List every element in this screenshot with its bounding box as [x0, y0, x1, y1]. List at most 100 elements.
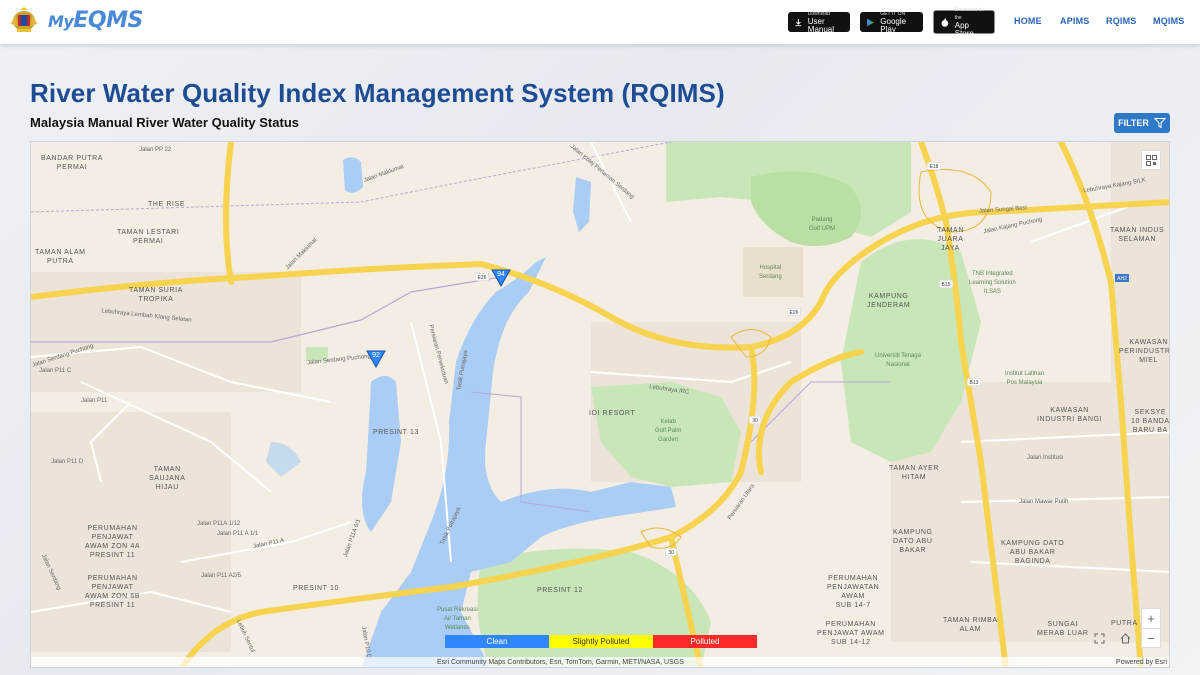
svg-text:B13: B13 — [970, 380, 979, 386]
landmark-label: Universiti Tenaga Nasional — [875, 353, 921, 368]
highway-shield-icon: E26 — [787, 308, 801, 316]
place-label: KAMPUNG JENDERAM — [867, 293, 911, 309]
place-label: KAWASAN INDUSTRI BANGI — [1037, 407, 1103, 423]
road-label: Jalan P11 D — [51, 459, 84, 465]
map-credits: Esri Community Maps Contributors, Esri, … — [437, 659, 684, 666]
highway-shield-icon: E26 — [475, 273, 489, 281]
place-label: PRESINT 10 — [293, 585, 339, 592]
fullscreen-icon — [1094, 633, 1104, 643]
highway-shield-icon: 30 — [665, 548, 677, 556]
road-label: Jalan P11 A2/5 — [201, 573, 241, 579]
legend-slightly-polluted: Slightly Polluted — [549, 635, 653, 648]
user-manual-download-button[interactable]: Download User Manual — [788, 11, 850, 34]
play-label: Google Play — [880, 17, 907, 34]
legend-label: Polluted — [690, 637, 720, 646]
place-label: BANDAR PUTRA PERMAI — [41, 155, 104, 171]
road-label: Jalan Mawar Putih — [1019, 499, 1069, 505]
fullscreen-button[interactable] — [1089, 628, 1109, 648]
place-label: PERUMAHAN PENJAWATAN AWAM SUB 14-7 — [827, 575, 880, 609]
place-label: TAMAN RIMBA ALAM — [943, 617, 998, 633]
svg-text:30: 30 — [752, 418, 758, 424]
road-label: Jalan P11A 1/12 — [197, 521, 241, 527]
place-label: KAMPUNG DATO ABU BAKAR BAGINDA — [1001, 540, 1065, 565]
road-label: Jalan P11 A 1/1 — [217, 531, 259, 537]
place-label: TAMAN JUARA JAYA — [937, 227, 964, 252]
place-label: PRESINT 13 — [373, 429, 419, 436]
google-play-icon — [867, 18, 875, 26]
road-label: Jalan P11 — [81, 398, 108, 404]
google-play-button[interactable]: GET IT ON Google Play — [860, 11, 923, 34]
legend-label: Clean — [486, 637, 508, 646]
place-label: TAMAN SURIA TROPIKA — [129, 287, 183, 303]
home-icon — [1120, 632, 1130, 643]
place-label: SUNGAI MERAB LUAR — [1037, 621, 1089, 637]
legend-polluted: Polluted — [653, 635, 757, 648]
landmark-label: TNB Integrated Learning Solution ILSAS — [969, 271, 1016, 295]
water-quality-station-marker[interactable]: 94 — [491, 269, 511, 288]
apple-small-text: Download on the — [954, 7, 984, 21]
place-label: PERUMAHAN PENJAWAT AWAM ZON 6B PRESINT 11 — [85, 575, 141, 609]
apple-label: App Store — [954, 21, 974, 38]
road-label: Jalan Institusi — [1027, 455, 1064, 461]
qr-code-button[interactable] — [1141, 150, 1161, 170]
home-button[interactable] — [1115, 628, 1135, 648]
download-icon — [795, 18, 802, 26]
nav-mqims[interactable]: MQIMS — [1153, 16, 1185, 26]
highway-shield-icon: AH2 — [1115, 274, 1129, 282]
place-label: THE RISE — [148, 201, 186, 208]
filter-button[interactable]: FILTER — [1114, 113, 1170, 133]
nav-rqims[interactable]: RQIMS — [1106, 16, 1137, 26]
highway-shield-icon: E18 — [927, 162, 941, 170]
place-label: PERUMAHAN PENJAWAT AWAM ZON 4A PRESINT 11 — [85, 525, 141, 559]
place-label: TAMAN ALAM PUTRA — [35, 249, 86, 265]
place-label: SEKSYE 10 BANDA BARU BA — [1131, 409, 1170, 434]
place-label: PERUMAHAN PENJAWAT AWAM SUB 14-12 — [817, 621, 885, 646]
manual-label: User Manual — [807, 17, 835, 34]
place-label: IOI RESORT — [589, 410, 636, 417]
water-quality-legend: Clean Slightly Polluted Polluted — [445, 635, 757, 648]
place-label: TAMAN SAUJANA HIJAU — [149, 466, 186, 491]
road-label: Jalan PP 22 — [139, 147, 172, 153]
zoom-out-button[interactable]: − — [1141, 628, 1161, 648]
top-navigation-bar: MyEQMS Download User Manual GET IT ON Goog… — [0, 0, 1200, 44]
filter-icon — [1153, 118, 1166, 129]
myeqms-logo[interactable]: MyEQMS — [48, 6, 143, 36]
road-label: Jalan P11 C — [39, 368, 72, 374]
marker-value: 92 — [372, 352, 380, 359]
place-label: TAMAN LESTARI PERMAI — [117, 229, 180, 245]
svg-text:B15: B15 — [942, 282, 951, 288]
landmark-label: Institut Latihan Pos Malaysia — [1005, 371, 1045, 386]
marker-value: 94 — [497, 271, 505, 278]
place-label: TAMAN AYER HITAM — [889, 465, 940, 481]
app-store-button[interactable]: Download on the App Store — [933, 7, 995, 38]
page-title: River Water Quality Index Management Sys… — [30, 78, 725, 108]
place-label: KAMPUNG DATO ABU BAKAR — [893, 529, 933, 554]
water-quality-station-marker[interactable]: 92 — [366, 350, 386, 369]
highway-shield-icon: 30 — [749, 416, 761, 424]
highway-shield-icon: B15 — [939, 280, 953, 288]
landmark-label: Pusat Rekreasi Air Taman Wetlands — [437, 607, 478, 631]
nav-home[interactable]: HOME — [1014, 16, 1042, 26]
place-label: KAWASANPERINDUSTRIAMIEL — [1119, 339, 1170, 364]
malaysia-crest-logo[interactable] — [8, 6, 40, 36]
svg-text:E18: E18 — [930, 164, 939, 170]
legend-clean: Clean — [445, 635, 549, 648]
svg-text:AH2: AH2 — [1117, 276, 1127, 282]
highway-shield-icon: B13 — [967, 378, 981, 386]
svg-text:E26: E26 — [790, 310, 799, 316]
legend-label: Slightly Polluted — [572, 637, 630, 646]
zoom-in-button[interactable]: + — [1141, 608, 1161, 628]
landmark-label: Hospital Serdang — [759, 265, 782, 280]
map-basemap[interactable] — [31, 142, 1170, 668]
qr-code-icon — [1145, 154, 1157, 166]
landmark-label: Padang Golf UPM — [809, 217, 836, 232]
filter-label: FILTER — [1118, 118, 1149, 128]
nav-apims[interactable]: APIMS — [1060, 16, 1090, 26]
landmark-label: Kelab Golf Palm Garden — [655, 419, 682, 443]
map-attribution-bar: Esri Community Maps Contributors, Esri, … — [31, 657, 1169, 667]
powered-by-esri[interactable]: Powered by Esri — [1116, 657, 1167, 667]
place-label: PRESINT 12 — [537, 587, 583, 594]
svg-text:E26: E26 — [478, 275, 487, 281]
page-subtitle: Malaysia Manual River Water Quality Stat… — [30, 115, 299, 130]
water-quality-map[interactable]: BANDAR PUTRA PERMAI THE RISE TAMAN LESTAR… — [30, 141, 1170, 668]
